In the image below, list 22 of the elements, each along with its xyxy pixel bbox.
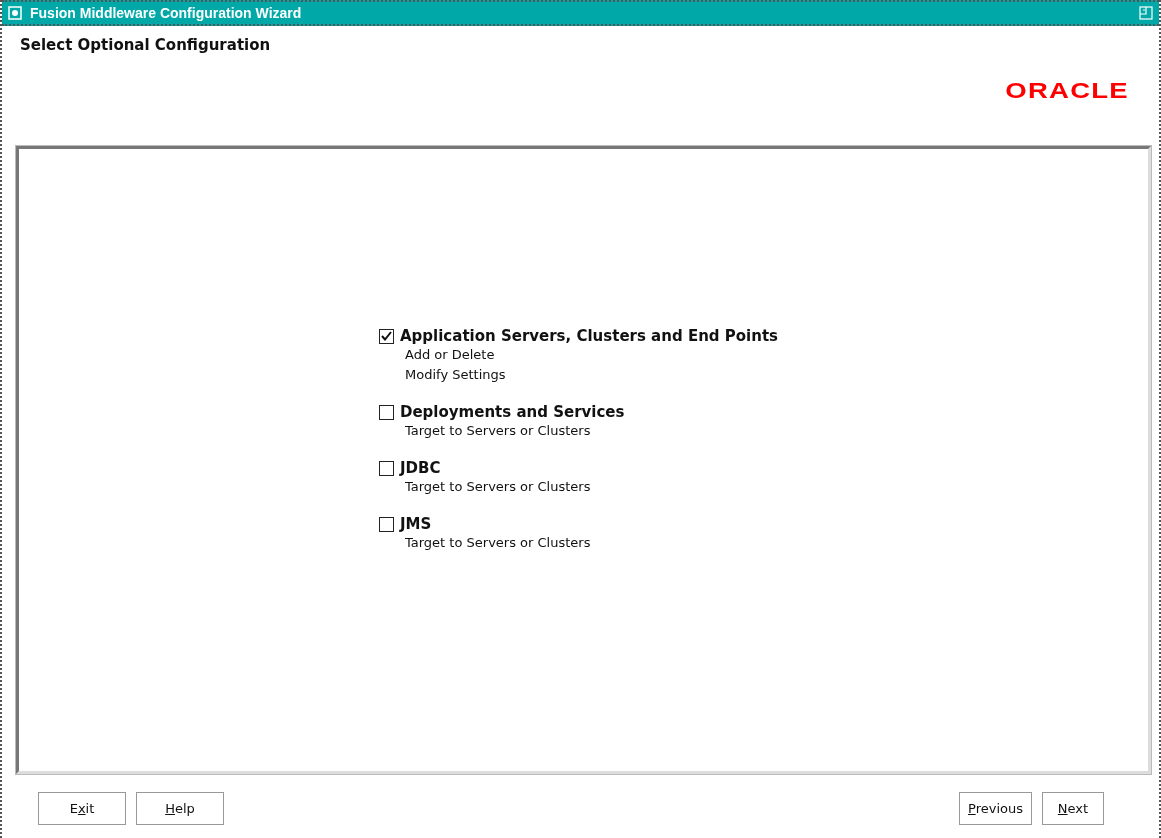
wizard-button[interactable]: Next xyxy=(1042,792,1104,825)
option-label[interactable]: Deployments and Services xyxy=(400,403,625,421)
checkbox[interactable] xyxy=(379,460,394,476)
checkbox[interactable] xyxy=(379,404,394,420)
option-label[interactable]: JDBC xyxy=(400,459,441,477)
option-description: Add or Delete xyxy=(405,346,496,364)
window-menu-icon[interactable] xyxy=(8,6,22,20)
wizard-button[interactable]: Help xyxy=(136,792,224,825)
wizard-button[interactable]: Previous xyxy=(959,792,1032,825)
option-description: Target to Servers or Clusters xyxy=(405,422,592,440)
page-title: Select Optional Configuration xyxy=(20,36,271,54)
checkbox[interactable] xyxy=(379,516,394,532)
option-description: Modify Settings xyxy=(405,366,507,384)
option-description: Target to Servers or Clusters xyxy=(405,478,592,496)
option-description: Target to Servers or Clusters xyxy=(405,534,592,552)
checkbox[interactable] xyxy=(379,328,394,344)
check-icon xyxy=(381,331,392,341)
wizard-button[interactable]: Exit xyxy=(38,792,126,825)
logo: ORACLE xyxy=(1005,78,1129,104)
option-label[interactable]: JMS xyxy=(400,515,432,533)
window-title: Fusion Middleware Configuration Wizard xyxy=(30,5,303,21)
option-label[interactable]: Application Servers, Clusters and End Points xyxy=(400,327,778,345)
